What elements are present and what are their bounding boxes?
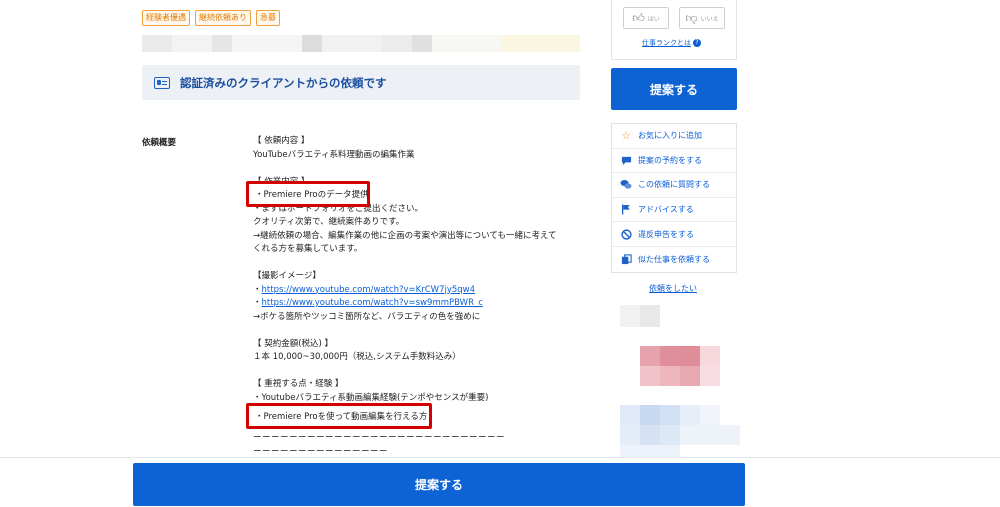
separator-line: ーーーーーーーーーーーーーーーーーーーーーーーーーーーー [253,433,506,443]
highlight-box-premiere-skill: ・Premiere Proを使って動画編集を行える方 [246,403,432,429]
id-card-icon [154,76,170,89]
rank-vote-panel: 👍︎ はい 👎︎ いいえ 仕事ランクとは? [611,0,737,60]
badge-row: 経験者優遇 継続依頼あり 急募 [142,10,280,26]
action-label: この依頼に質問する [638,180,710,190]
action-favorite[interactable]: ☆ お気に入りに追加 [612,124,736,149]
action-advise[interactable]: アドバイスする [612,198,736,223]
action-list: ☆ お気に入りに追加 提案の予約をする この依頼に質問する アドバイスする 違反… [611,123,737,273]
youtube-link-1[interactable]: https://www.youtube.com/watch?v=KrCW7jy5… [262,285,476,295]
highlight-box-premiere-data: ・Premiere Proのデータ提供 [246,181,370,207]
propose-button-side[interactable]: 提案する [611,68,737,110]
desc-line: １本 10,000~30,000円（税込,システム手数料込み） [253,352,461,362]
copy-icon [620,253,632,265]
chat-bubbles-icon [620,179,632,191]
desc-line: →継続依頼の場合、編集作業の他に企画の考案や演出等についても一緒に考えて [253,230,557,241]
request-work-link[interactable]: 依頼をしたい [649,283,697,294]
youtube-link-2[interactable]: https://www.youtube.com/watch?v=sw9mmPBW… [262,298,483,308]
star-icon: ☆ [621,128,631,142]
verified-client-text: 認証済みのクライアントからの依頼です [180,75,387,90]
desc-line: YouTubeバラエティ系料理動画の編集作業 [253,149,415,160]
action-reserve-proposal[interactable]: 提案の予約をする [612,149,736,174]
badge-urgent: 急募 [256,10,280,26]
vote-no-button[interactable]: 👎︎ いいえ [679,7,725,29]
badge-experienced: 経験者優遇 [142,10,190,26]
action-label: 違反申告をする [638,229,694,239]
desc-line: 【 重視する点・経験 】 [253,379,344,389]
desc-line-link: ・https://www.youtube.com/watch?v=sw9mmPB… [253,298,483,308]
desc-line: 【 依頼内容 】 [253,136,310,146]
action-label: 提案の予約をする [638,155,702,165]
redacted-avatar-mosaic-1 [620,305,660,327]
description-label: 依頼概要 [142,138,177,148]
action-report-violation[interactable]: 違反申告をする [612,222,736,247]
flag-icon [620,204,632,216]
redacted-strip [142,35,580,52]
redacted-avatar-mosaic-3 [620,405,740,457]
help-icon: ? [693,39,701,47]
vote-yes-button[interactable]: 👍︎ はい [623,7,669,29]
action-label: アドバイスする [638,205,694,215]
desc-line: →ボケる箇所やツッコミ箇所など、バラエティの色を強めに [253,311,481,322]
desc-line: 【 契約金額(税込) 】 [253,338,334,349]
badge-continuous: 継続依頼あり [195,10,251,26]
bookmark-bubble-icon [620,154,632,166]
action-ask-question[interactable]: この依頼に質問する [612,173,736,198]
desc-line: クオリティ次第で、継続案件ありです。 [253,217,405,227]
job-rank-link[interactable]: 仕事ランクとは? [642,38,701,48]
action-similar-request[interactable]: 似た仕事を依頼する [612,247,736,272]
thumbs-up-icon: 👍︎ [632,11,645,25]
redacted-avatar-mosaic-2 [640,346,720,386]
desc-line: くれる方を募集しています。 [253,244,363,254]
verified-client-banner: 認証済みのクライアントからの依頼です [142,65,580,100]
action-label: お気に入りに追加 [638,131,702,141]
action-label: 似た仕事を依頼する [638,254,710,264]
thumbs-down-icon: 👎︎ [685,11,698,25]
propose-button-bottom[interactable]: 提案する [133,463,745,506]
vote-yes-label: はい [647,15,660,23]
desc-line: 【撮影イメージ】 [253,271,321,281]
desc-line-link: ・https://www.youtube.com/watch?v=KrCW7jy… [253,284,476,295]
vote-no-label: いいえ [700,15,719,23]
prohibited-icon [620,228,632,240]
